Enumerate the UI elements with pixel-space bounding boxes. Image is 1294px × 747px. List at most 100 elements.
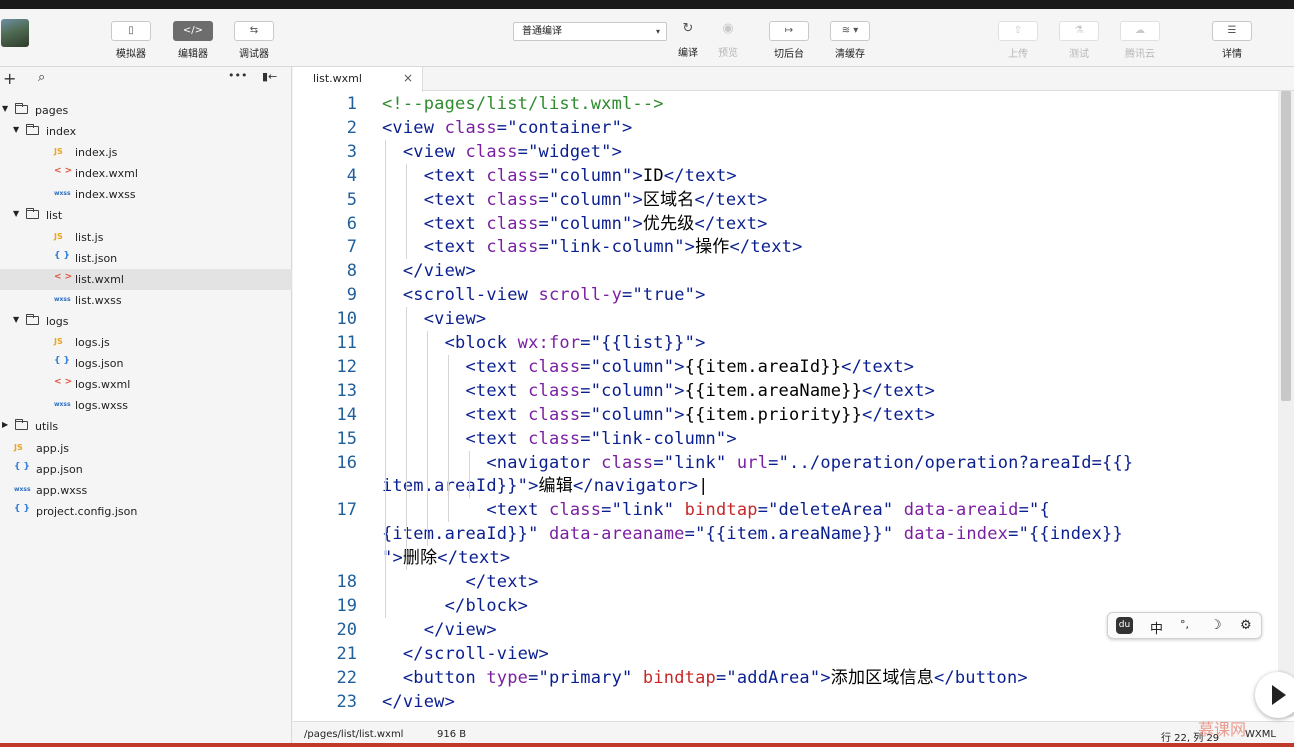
code-line[interactable]: </block> xyxy=(382,594,528,618)
moon-icon[interactable]: ☽ xyxy=(1210,618,1222,633)
code-line[interactable]: <text class="column">ID</text> xyxy=(382,164,737,188)
code-line[interactable]: </view> xyxy=(382,259,476,283)
tab-list-wxml[interactable]: list.wxml × xyxy=(293,67,423,92)
tree-item[interactable]: JS logs.js xyxy=(0,332,292,353)
tree-item-label: utils xyxy=(35,420,59,434)
code-line[interactable]: <text class="link-column">操作</text> xyxy=(382,235,803,259)
code-line[interactable]: </view> xyxy=(382,618,497,642)
tree-item[interactable]: < > logs.wxml xyxy=(0,374,292,395)
code-line[interactable]: <view class="widget"> xyxy=(382,140,622,164)
tencent-cloud-button[interactable]: ☁ 腾讯云 xyxy=(1118,21,1162,60)
close-icon[interactable]: × xyxy=(403,71,413,85)
details-button[interactable]: ☰ 详情 xyxy=(1210,21,1254,60)
tree-item[interactable]: JS index.js xyxy=(0,142,292,163)
code-line[interactable]: <text class="column">{{item.priority}}</… xyxy=(382,403,935,427)
tree-item[interactable]: < > list.wxml xyxy=(0,268,292,290)
tree-item[interactable]: ▼ logs xyxy=(0,311,292,332)
upload-button[interactable]: ⇧ 上传 xyxy=(996,21,1040,60)
code-line[interactable]: <text class="link" bindtap="deleteArea" … xyxy=(382,498,1050,522)
chevron-right-icon[interactable]: ▶ xyxy=(2,420,8,429)
vertical-scrollbar[interactable] xyxy=(1278,91,1294,717)
tree-item-label: index xyxy=(46,125,77,139)
code-line[interactable]: </view> xyxy=(382,690,455,714)
code-line[interactable]: <text class="column">{{item.areaId}}</te… xyxy=(382,355,914,379)
tree-item[interactable]: < > index.wxml xyxy=(0,163,292,184)
code-token: = xyxy=(517,141,529,162)
code-token: <view> xyxy=(423,309,487,330)
code-line[interactable]: ">删除</text> xyxy=(382,546,510,570)
tree-item[interactable]: ▼ list xyxy=(0,205,292,226)
ime-logo-icon[interactable]: du xyxy=(1116,617,1133,634)
code-line[interactable]: <view class="container"> xyxy=(382,116,632,140)
tree-item[interactable]: wxss index.wxss xyxy=(0,184,292,205)
chevron-down-icon[interactable]: ▼ xyxy=(13,125,19,134)
editor-button[interactable]: </> 编辑器 xyxy=(171,21,215,60)
chevron-down-icon[interactable]: ▼ xyxy=(2,104,8,113)
compile-button[interactable]: ↻ 编译 xyxy=(666,20,710,59)
tree-item[interactable]: ▼ pages xyxy=(0,100,292,121)
code-line[interactable]: <text class="link-column"> xyxy=(382,427,737,451)
more-icon[interactable]: ••• xyxy=(228,69,247,82)
tree-item[interactable]: wxss app.wxss xyxy=(0,480,292,501)
tree-item[interactable]: wxss list.wxss xyxy=(0,290,292,311)
code-line[interactable]: item.areaId}}">编辑</navigator>| xyxy=(382,474,709,498)
code-token: class xyxy=(486,213,539,234)
code-line[interactable]: <text class="column">{{item.areaName}}</… xyxy=(382,379,935,403)
scrollbar-thumb[interactable] xyxy=(1281,91,1291,401)
tree-item-label: list.wxml xyxy=(75,272,124,286)
simulator-button[interactable]: ▯ 模拟器 xyxy=(109,21,153,60)
wxss-file-icon: wxss xyxy=(54,295,71,303)
status-language[interactable]: WXML xyxy=(1245,729,1276,740)
video-play-button[interactable] xyxy=(1255,672,1294,718)
tree-item[interactable]: ▼ index xyxy=(0,121,292,142)
gear-icon[interactable]: ⚙ xyxy=(1240,618,1252,633)
code-line[interactable]: <view> xyxy=(382,307,486,331)
code-line[interactable]: <block wx:for="{{list}}"> xyxy=(382,331,706,355)
code-line[interactable]: </text> xyxy=(382,570,539,594)
tree-item[interactable]: { } app.json xyxy=(0,459,292,480)
code-line[interactable]: <text class="column">优先级</text> xyxy=(382,212,768,236)
code-token: "{{list}}" xyxy=(590,333,696,353)
code-token: <view xyxy=(402,141,466,162)
tree-item[interactable]: { } list.json xyxy=(0,248,292,269)
clear-cache-button[interactable]: ≋ ▾ 清缓存 xyxy=(828,21,872,60)
code-token: class xyxy=(528,380,581,401)
chevron-down-icon[interactable]: ▼ xyxy=(13,315,19,324)
preview-button[interactable]: ◉ 预览 xyxy=(706,20,750,59)
switch-background-button[interactable]: ↦ 切后台 xyxy=(767,21,811,60)
tree-item[interactable]: { } logs.json xyxy=(0,353,292,374)
tree-item[interactable]: { } project.config.json xyxy=(0,501,292,522)
debugger-button[interactable]: ⇆ 调试器 xyxy=(232,21,276,60)
folder-icon xyxy=(15,419,28,431)
tree-item[interactable]: wxss logs.wxss xyxy=(0,395,292,416)
code-token: > xyxy=(695,285,706,306)
tree-item[interactable]: ▶ utils xyxy=(0,416,292,437)
progress-line xyxy=(0,743,1294,747)
code-token: class xyxy=(486,189,539,210)
code-line[interactable]: <navigator class="link" url="../operatio… xyxy=(382,451,1133,475)
ime-punct-toggle[interactable]: °, xyxy=(1180,618,1189,631)
test-button[interactable]: ⚗ 测试 xyxy=(1057,21,1101,60)
ime-mode-toggle[interactable]: 中 xyxy=(1150,618,1163,637)
code-line[interactable]: {item.areaId}}" data-areaname="{{item.ar… xyxy=(382,522,1123,546)
code-token: = xyxy=(715,667,727,688)
avatar[interactable] xyxy=(1,19,29,47)
plus-icon[interactable]: + xyxy=(3,69,16,88)
code-token: </text> xyxy=(862,404,936,425)
line-number: 22 xyxy=(336,667,357,688)
code-line[interactable]: <button type="primary" bindtap="addArea"… xyxy=(382,666,1028,690)
chevron-down-icon[interactable]: ▼ xyxy=(13,209,19,218)
code-line[interactable]: <text class="column">区域名</text> xyxy=(382,188,768,212)
code-line[interactable]: <!--pages/list/list.wxml--> xyxy=(382,92,664,116)
compile-mode-select[interactable]: 普通编译 ▾ xyxy=(513,22,667,41)
code-line[interactable]: </scroll-view> xyxy=(382,642,549,666)
tree-item[interactable]: JS app.js xyxy=(0,438,292,459)
code-line[interactable]: <scroll-view scroll-y="true"> xyxy=(382,283,706,307)
search-icon[interactable]: ⌕ xyxy=(38,70,45,85)
tree-item-label: index.wxml xyxy=(75,167,138,181)
collapse-panel-icon[interactable]: ▮← xyxy=(262,70,277,83)
code-token: <text xyxy=(486,500,549,521)
tree-item[interactable]: JS list.js xyxy=(0,227,292,248)
